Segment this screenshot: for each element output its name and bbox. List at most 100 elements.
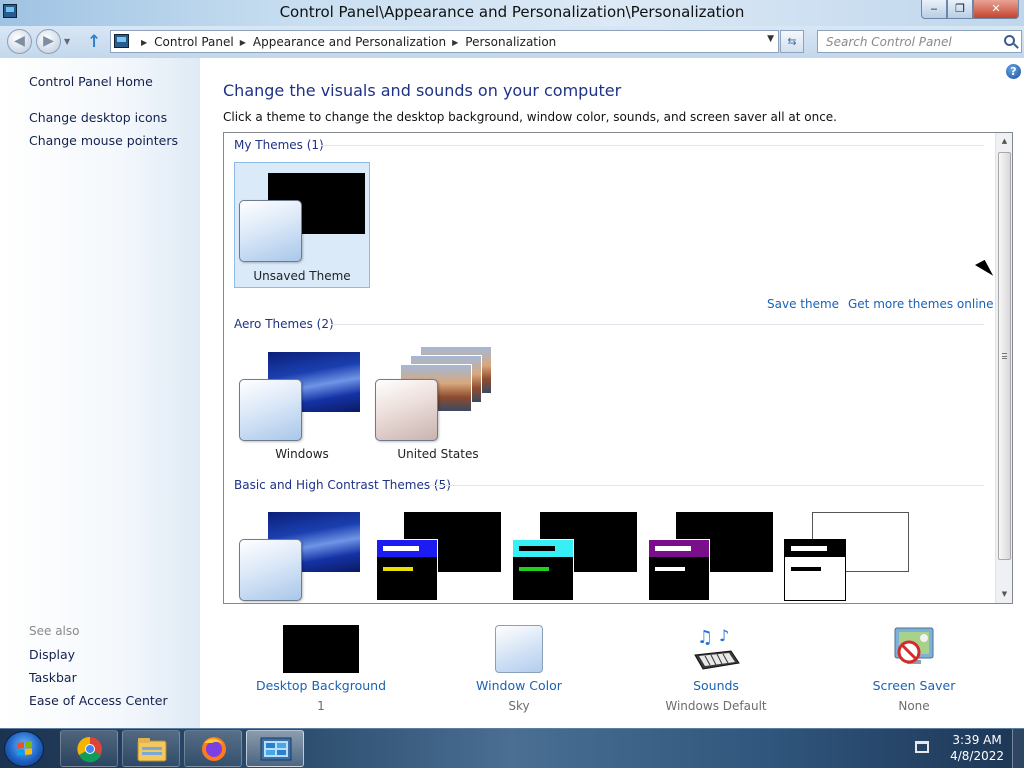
main-content: ? Change the visuals and sounds on your … — [200, 58, 1024, 728]
breadcrumb-appearance[interactable]: Appearance and Personalization — [253, 35, 446, 49]
taskbar-explorer-button[interactable] — [122, 730, 180, 767]
control-panel-home-link[interactable]: Control Panel Home — [29, 74, 153, 89]
group-divider — [331, 324, 984, 325]
start-button[interactable] — [4, 731, 44, 767]
theme-list[interactable]: My Themes (1) Unsaved Theme Save theme G… — [223, 132, 1013, 604]
window-color-value: Sky — [508, 699, 530, 713]
hc-text-line — [791, 567, 821, 571]
theme-window-preview — [239, 200, 302, 262]
chrome-icon — [77, 736, 102, 763]
chevron-right-icon[interactable]: ▶ — [240, 38, 246, 49]
sounds-option[interactable]: ♫ ♪ Sounds Windows Default — [636, 620, 796, 713]
sounds-label[interactable]: Sounds — [636, 678, 796, 693]
page-description: Click a theme to change the desktop back… — [223, 110, 837, 124]
change-desktop-icons-link[interactable]: Change desktop icons — [29, 110, 167, 125]
network-icon[interactable] — [915, 741, 929, 753]
vertical-scrollbar[interactable]: ▲ ▼ — [995, 133, 1012, 603]
display-link[interactable]: Display — [29, 647, 75, 662]
svg-text:♫: ♫ — [697, 627, 713, 648]
theme-label: Windows — [275, 447, 329, 461]
control-panel-icon — [114, 34, 129, 48]
theme-high-contrast-1[interactable] — [370, 503, 506, 603]
back-arrow-icon: ◀ — [14, 33, 25, 49]
scroll-up-icon[interactable]: ▲ — [996, 133, 1012, 150]
taskbar-chrome-button[interactable] — [60, 730, 118, 767]
address-bar[interactable]: ▶ Control Panel ▶ Appearance and Persona… — [110, 30, 779, 53]
theme-window-preview — [512, 539, 574, 601]
control-panel-icon — [260, 737, 292, 761]
group-divider — [321, 145, 984, 146]
search-input[interactable]: Search Control Panel — [817, 30, 1022, 53]
hc-text-line — [383, 567, 413, 571]
theme-label: Unsaved Theme — [253, 269, 351, 283]
desktop-background-option[interactable]: Desktop Background 1 — [241, 620, 401, 713]
theme-window-preview — [784, 539, 846, 601]
change-mouse-pointers-link[interactable]: Change mouse pointers — [29, 133, 178, 148]
theme-window-preview — [376, 539, 438, 601]
theme-united-states[interactable]: United States — [370, 341, 506, 467]
theme-unsaved[interactable]: Unsaved Theme — [234, 162, 370, 288]
taskbar-firefox-button[interactable] — [184, 730, 242, 767]
theme-windows-basic[interactable] — [234, 503, 370, 603]
chevron-right-icon[interactable]: ▶ — [141, 38, 147, 49]
get-more-themes-online-link[interactable]: Get more themes online — [848, 297, 994, 311]
address-dropdown-icon[interactable]: ▼ — [767, 34, 774, 44]
theme-high-contrast-black[interactable] — [642, 503, 778, 603]
theme-windows[interactable]: Windows — [234, 341, 370, 467]
forward-button[interactable]: ▶ — [36, 29, 61, 54]
search-placeholder: Search Control Panel — [826, 35, 952, 49]
theme-label: United States — [397, 447, 479, 461]
desktop-background-icon — [283, 625, 359, 673]
save-theme-link[interactable]: Save theme — [767, 297, 839, 311]
my-themes-group-title: My Themes (1) — [234, 138, 324, 152]
hc-text-line — [519, 567, 549, 571]
forward-arrow-icon: ▶ — [43, 33, 54, 49]
scrollbar-thumb[interactable] — [998, 152, 1011, 560]
taskbar-link[interactable]: Taskbar — [29, 670, 77, 685]
screen-saver-label[interactable]: Screen Saver — [834, 678, 994, 693]
clock[interactable]: 3:39 AM 4/8/2022 — [950, 732, 1004, 764]
show-desktop-button[interactable] — [1012, 729, 1024, 768]
taskbar-control-panel-button[interactable] — [246, 730, 304, 767]
screen-saver-option[interactable]: Screen Saver None — [834, 620, 994, 713]
svg-text:♪: ♪ — [719, 626, 729, 645]
theme-window-preview — [239, 379, 302, 441]
window-color-option[interactable]: Window Color Sky — [439, 620, 599, 713]
clock-time: 3:39 AM — [952, 733, 1002, 747]
sounds-value: Windows Default — [665, 699, 767, 713]
restore-button[interactable]: ❐ — [947, 0, 973, 19]
group-divider — [429, 485, 984, 486]
grip-icon — [1002, 353, 1007, 359]
help-icon[interactable]: ? — [1006, 64, 1021, 79]
search-icon[interactable] — [1004, 35, 1015, 46]
sounds-icon: ♫ ♪ — [691, 623, 741, 675]
navigation-bar: ◀ ▶ ▼ ↑ ▶ Control Panel ▶ Appearance and… — [0, 26, 1024, 58]
see-also-title: See also — [29, 624, 80, 638]
page-title: Change the visuals and sounds on your co… — [223, 81, 622, 100]
up-arrow-icon[interactable]: ↑ — [87, 32, 101, 52]
theme-high-contrast-2[interactable] — [506, 503, 642, 603]
breadcrumb-control-panel[interactable]: Control Panel — [154, 35, 234, 49]
window-color-icon — [495, 625, 543, 673]
minimize-button[interactable]: ‒ — [921, 0, 947, 19]
breadcrumb: ▶ Control Panel ▶ Appearance and Persona… — [135, 35, 556, 49]
screen-saver-icon — [889, 624, 939, 674]
screen-saver-value: None — [898, 699, 930, 713]
firefox-icon — [202, 737, 226, 761]
window-color-label[interactable]: Window Color — [439, 678, 599, 693]
left-task-pane: Control Panel Home Change desktop icons … — [0, 58, 200, 728]
hc-title-line — [383, 546, 419, 551]
window-title: Control Panel\Appearance and Personaliza… — [279, 3, 745, 21]
chevron-right-icon[interactable]: ▶ — [452, 38, 458, 49]
ease-of-access-center-link[interactable]: Ease of Access Center — [29, 693, 168, 708]
scroll-down-icon[interactable]: ▼ — [996, 586, 1012, 603]
breadcrumb-personalization[interactable]: Personalization — [465, 35, 556, 49]
close-button[interactable]: ✕ — [973, 0, 1019, 19]
theme-window-preview — [648, 539, 710, 601]
recent-pages-chevron-icon[interactable]: ▼ — [64, 37, 70, 46]
desktop-background-label[interactable]: Desktop Background — [241, 678, 401, 693]
refresh-icon: ⇆ — [787, 35, 797, 48]
back-button[interactable]: ◀ — [7, 29, 32, 54]
theme-high-contrast-white[interactable] — [778, 503, 914, 603]
refresh-button[interactable]: ⇆ — [780, 30, 804, 53]
